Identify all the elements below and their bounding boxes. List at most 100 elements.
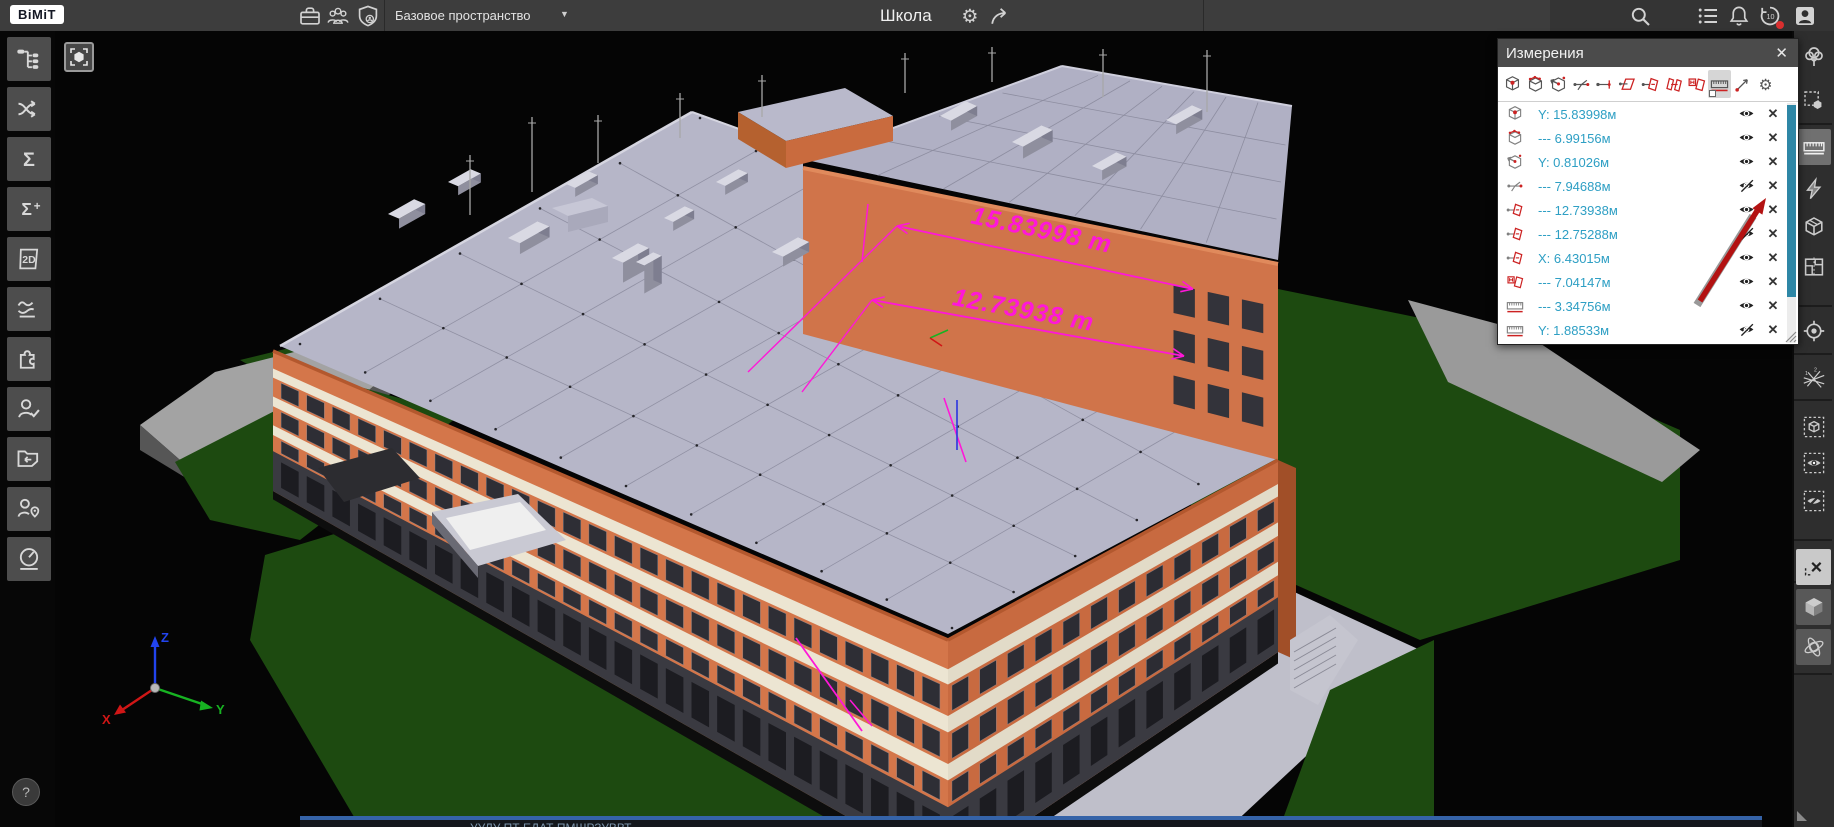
- close-icon[interactable]: ✕: [1773, 44, 1790, 62]
- measure-settings-icon-button[interactable]: [1754, 70, 1777, 98]
- trend-icon-button[interactable]: [7, 287, 51, 331]
- measurement-row[interactable]: --- 12.73938м✕: [1498, 198, 1786, 222]
- workspace-selector[interactable]: Базовое пространство: [395, 0, 531, 31]
- settings-icon[interactable]: [958, 4, 982, 28]
- show-icon-button[interactable]: [1796, 445, 1831, 481]
- delete-measurement-icon[interactable]: ✕: [1764, 274, 1782, 290]
- measure-point-to-point-icon-button[interactable]: [1593, 70, 1616, 98]
- grids-icon-button[interactable]: [1796, 361, 1831, 397]
- scrollbar-thumb[interactable]: [1787, 105, 1796, 297]
- measure-line-to-plane-icon-button[interactable]: [1616, 70, 1639, 98]
- app-logo[interactable]: BiMiT: [10, 5, 64, 24]
- clash-icon-button[interactable]: [1796, 171, 1831, 207]
- measurement-value: Y: 15.83998м: [1538, 107, 1738, 122]
- panel-scrollbar[interactable]: [1787, 103, 1796, 343]
- topbar-right-zone: [1550, 0, 1834, 31]
- measure-point-coordinates-icon-button[interactable]: [1570, 70, 1593, 98]
- measure-vector-icon: [1733, 75, 1752, 94]
- clear-selection-icon-button[interactable]: [1796, 549, 1831, 585]
- measurement-row[interactable]: Y: 1.88533м✕: [1498, 318, 1786, 342]
- share-icon[interactable]: [988, 4, 1012, 28]
- eye-icon[interactable]: [1738, 105, 1758, 123]
- orbit-icon-button[interactable]: [1796, 629, 1831, 665]
- shuffle-icon-button[interactable]: [7, 87, 51, 131]
- eye-icon[interactable]: [1738, 153, 1758, 171]
- panel-header[interactable]: Измерения ✕: [1498, 39, 1798, 67]
- eye-icon[interactable]: [1738, 249, 1758, 267]
- briefcase-icon[interactable]: [298, 4, 322, 28]
- view-2d-icon-button[interactable]: [7, 237, 51, 281]
- measure-ruler-icon-button[interactable]: [1708, 70, 1731, 98]
- measure-vector-icon-button[interactable]: [1731, 70, 1754, 98]
- help-button[interactable]: ?: [12, 778, 40, 806]
- gauge-icon: [15, 545, 43, 573]
- floorplan-icon-button[interactable]: [1796, 249, 1831, 285]
- model-tree-icon-button[interactable]: [7, 37, 51, 81]
- plugin-icon-button[interactable]: [7, 337, 51, 381]
- measure-model-direction-icon: [1506, 153, 1524, 171]
- right-toolbar-resize-corner[interactable]: [1797, 811, 1807, 821]
- measurement-row[interactable]: Y: 0.81026м✕: [1498, 150, 1786, 174]
- select-object-icon-button[interactable]: [1796, 83, 1831, 119]
- fit-view-button[interactable]: [64, 42, 94, 72]
- measurement-row[interactable]: --- 7.94688м✕: [1498, 174, 1786, 198]
- tree-icon-button[interactable]: [1796, 39, 1831, 75]
- delete-measurement-icon[interactable]: ✕: [1764, 130, 1782, 146]
- measure-model-point-icon-button[interactable]: [1501, 70, 1524, 98]
- measure-point-to-plane-icon: [1641, 75, 1660, 94]
- measure-plane-to-plane-icon-button[interactable]: [1662, 70, 1685, 98]
- eye-off-icon[interactable]: [1738, 225, 1758, 243]
- measure-face-to-plane-icon: [1506, 273, 1524, 291]
- chevron-down-icon[interactable]: ▼: [560, 9, 569, 19]
- eye-off-icon[interactable]: [1738, 321, 1758, 339]
- user-check-icon-button[interactable]: [7, 387, 51, 431]
- eye-off-icon[interactable]: [1738, 177, 1758, 195]
- measurement-row[interactable]: --- 12.75288м ✕: [1498, 222, 1786, 246]
- delete-measurement-icon[interactable]: ✕: [1764, 106, 1782, 122]
- clash-icon: [1802, 177, 1826, 201]
- hide-icon-button[interactable]: [1796, 483, 1831, 519]
- measurement-row[interactable]: --- 3.34756м✕: [1498, 294, 1786, 318]
- sum-icon-button[interactable]: [7, 137, 51, 181]
- delete-measurement-icon[interactable]: ✕: [1764, 250, 1782, 266]
- measure-point-to-plane-icon-button[interactable]: [1639, 70, 1662, 98]
- gauge-icon-button[interactable]: [7, 537, 51, 581]
- model-cube-icon-button[interactable]: [1796, 589, 1831, 625]
- list-icon[interactable]: [1696, 4, 1720, 28]
- shield-user-icon[interactable]: [356, 4, 380, 28]
- eye-icon[interactable]: [1738, 201, 1758, 219]
- measurement-value: --- 12.75288м: [1538, 227, 1738, 242]
- delete-measurement-icon[interactable]: ✕: [1764, 178, 1782, 194]
- sum-plus-icon: [15, 195, 43, 223]
- delete-measurement-icon[interactable]: ✕: [1764, 322, 1782, 338]
- measurements-icon-button[interactable]: [1796, 129, 1831, 165]
- measurement-row[interactable]: Y: 15.83998м ✕: [1498, 102, 1786, 126]
- measurement-row[interactable]: --- 6.99156м✕: [1498, 126, 1786, 150]
- folder-export-icon-button[interactable]: [7, 437, 51, 481]
- measurement-row[interactable]: --- 7.04147м✕: [1498, 270, 1786, 294]
- show-icon: [1802, 451, 1826, 475]
- history-icon[interactable]: [1758, 4, 1782, 28]
- user-location-icon-button[interactable]: [7, 487, 51, 531]
- eye-icon[interactable]: [1738, 273, 1758, 291]
- sum-plus-icon-button[interactable]: [7, 187, 51, 231]
- measure-plane-to-plane-icon: [1664, 75, 1683, 94]
- measurement-row[interactable]: X: 6.43015м✕: [1498, 246, 1786, 270]
- locate-icon-button[interactable]: [1796, 313, 1831, 349]
- delete-measurement-icon[interactable]: ✕: [1764, 298, 1782, 314]
- section-box-icon-button[interactable]: [1796, 209, 1831, 245]
- team-icon[interactable]: [326, 4, 350, 28]
- notifications-icon[interactable]: [1727, 4, 1751, 28]
- panel-resize-handle[interactable]: [1784, 330, 1797, 343]
- delete-measurement-icon[interactable]: ✕: [1764, 226, 1782, 242]
- delete-measurement-icon[interactable]: ✕: [1764, 154, 1782, 170]
- measure-face-to-plane-icon-button[interactable]: [1685, 70, 1708, 98]
- measure-model-edge-icon-button[interactable]: [1524, 70, 1547, 98]
- measure-model-direction-icon-button[interactable]: [1547, 70, 1570, 98]
- search-icon[interactable]: [1628, 4, 1652, 28]
- account-icon[interactable]: [1793, 4, 1817, 28]
- eye-icon[interactable]: [1738, 297, 1758, 315]
- eye-icon[interactable]: [1738, 129, 1758, 147]
- delete-measurement-icon[interactable]: ✕: [1764, 202, 1782, 218]
- isolate-icon-button[interactable]: [1796, 409, 1831, 445]
